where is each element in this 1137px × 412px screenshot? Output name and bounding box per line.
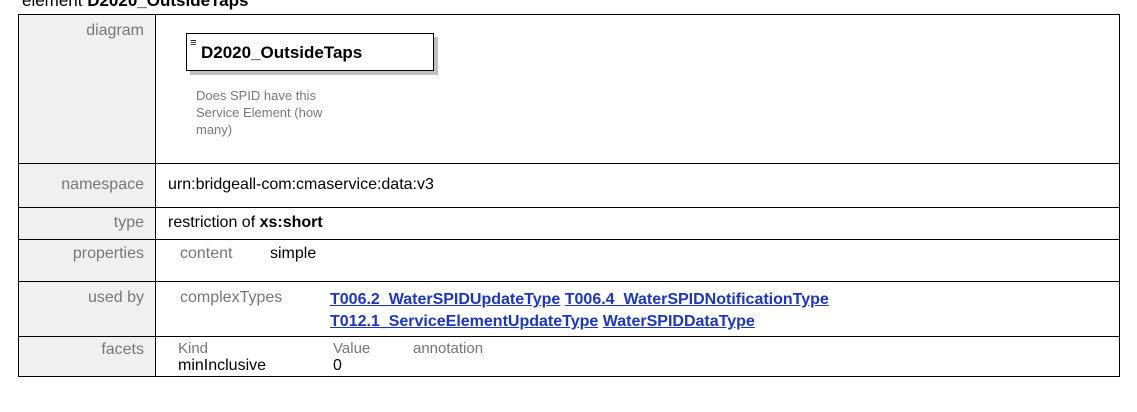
used-by-row: used by complexTypes T006.2_WaterSPIDUpda…: [18, 281, 1120, 337]
used-by-link[interactable]: WaterSPIDDataType: [603, 313, 755, 330]
type-value-cell: restriction of xs:short: [155, 207, 1120, 240]
element-diagram-name: D2020_OutsideTaps: [201, 43, 363, 62]
used-by-cell: complexTypes T006.2_WaterSPIDUpdateType T…: [155, 281, 1120, 337]
facets-header-kind: Kind: [178, 340, 209, 357]
diagram-row: diagram ≡ D2020_OutsideTaps Does SPID ha…: [18, 14, 1120, 164]
diagram-cell: ≡ D2020_OutsideTaps Does SPID have this …: [155, 14, 1120, 164]
used-by-link[interactable]: T012.1_ServiceElementUpdateType: [330, 313, 598, 330]
facets-header-value: Value: [333, 340, 371, 357]
properties-key: content: [180, 245, 233, 262]
used-by-link[interactable]: T006.4_WaterSPIDNotificationType: [565, 291, 829, 308]
type-prefix: restriction of: [168, 214, 260, 231]
diagram-label: diagram: [18, 14, 156, 164]
properties-row: properties content simple: [18, 239, 1120, 282]
facets-label: facets: [18, 336, 156, 377]
facets-header-row: Kind Value annotation: [178, 341, 1119, 356]
facets-cell: Kind Value annotation minInclusive 0: [155, 336, 1120, 377]
facet-kind: minInclusive: [178, 357, 267, 374]
heading-element-name: D2020_OutsideTaps: [87, 0, 249, 10]
used-by-links: T006.2_WaterSPIDUpdateType T006.4_WaterS…: [330, 289, 829, 333]
facets-row: facets Kind Value annotation minInclusive 0: [18, 336, 1120, 377]
namespace-label: namespace: [18, 163, 156, 208]
used-by-label: used by: [18, 281, 156, 337]
type-row: type restriction of xs:short: [18, 207, 1120, 240]
used-by-key: complexTypes: [180, 289, 283, 306]
facets-header-annotation: annotation: [413, 340, 484, 357]
used-by-link[interactable]: T006.2_WaterSPIDUpdateType: [330, 291, 560, 308]
properties-value: simple: [270, 245, 317, 262]
facets-value-row: minInclusive 0: [178, 356, 1119, 376]
heading-prefix: element: [22, 0, 88, 10]
namespace-value: urn:bridgeall-com:cmaservice:data:v3: [155, 163, 1120, 208]
facet-value: 0: [333, 357, 342, 374]
element-doc-table: diagram ≡ D2020_OutsideTaps Does SPID ha…: [18, 14, 1120, 377]
element-diagram-box[interactable]: ≡ D2020_OutsideTaps: [186, 33, 434, 71]
type-value: xs:short: [259, 214, 323, 231]
properties-label: properties: [18, 239, 156, 282]
properties-cell: content simple: [155, 239, 1120, 282]
element-annotation: Does SPID have this Service Element (how…: [196, 88, 323, 137]
namespace-row: namespace urn:bridgeall-com:cmaservice:d…: [18, 163, 1120, 208]
type-label: type: [18, 207, 156, 240]
documentation-icon: ≡: [190, 37, 197, 49]
page-heading: element D2020_OutsideTaps: [22, 0, 248, 11]
